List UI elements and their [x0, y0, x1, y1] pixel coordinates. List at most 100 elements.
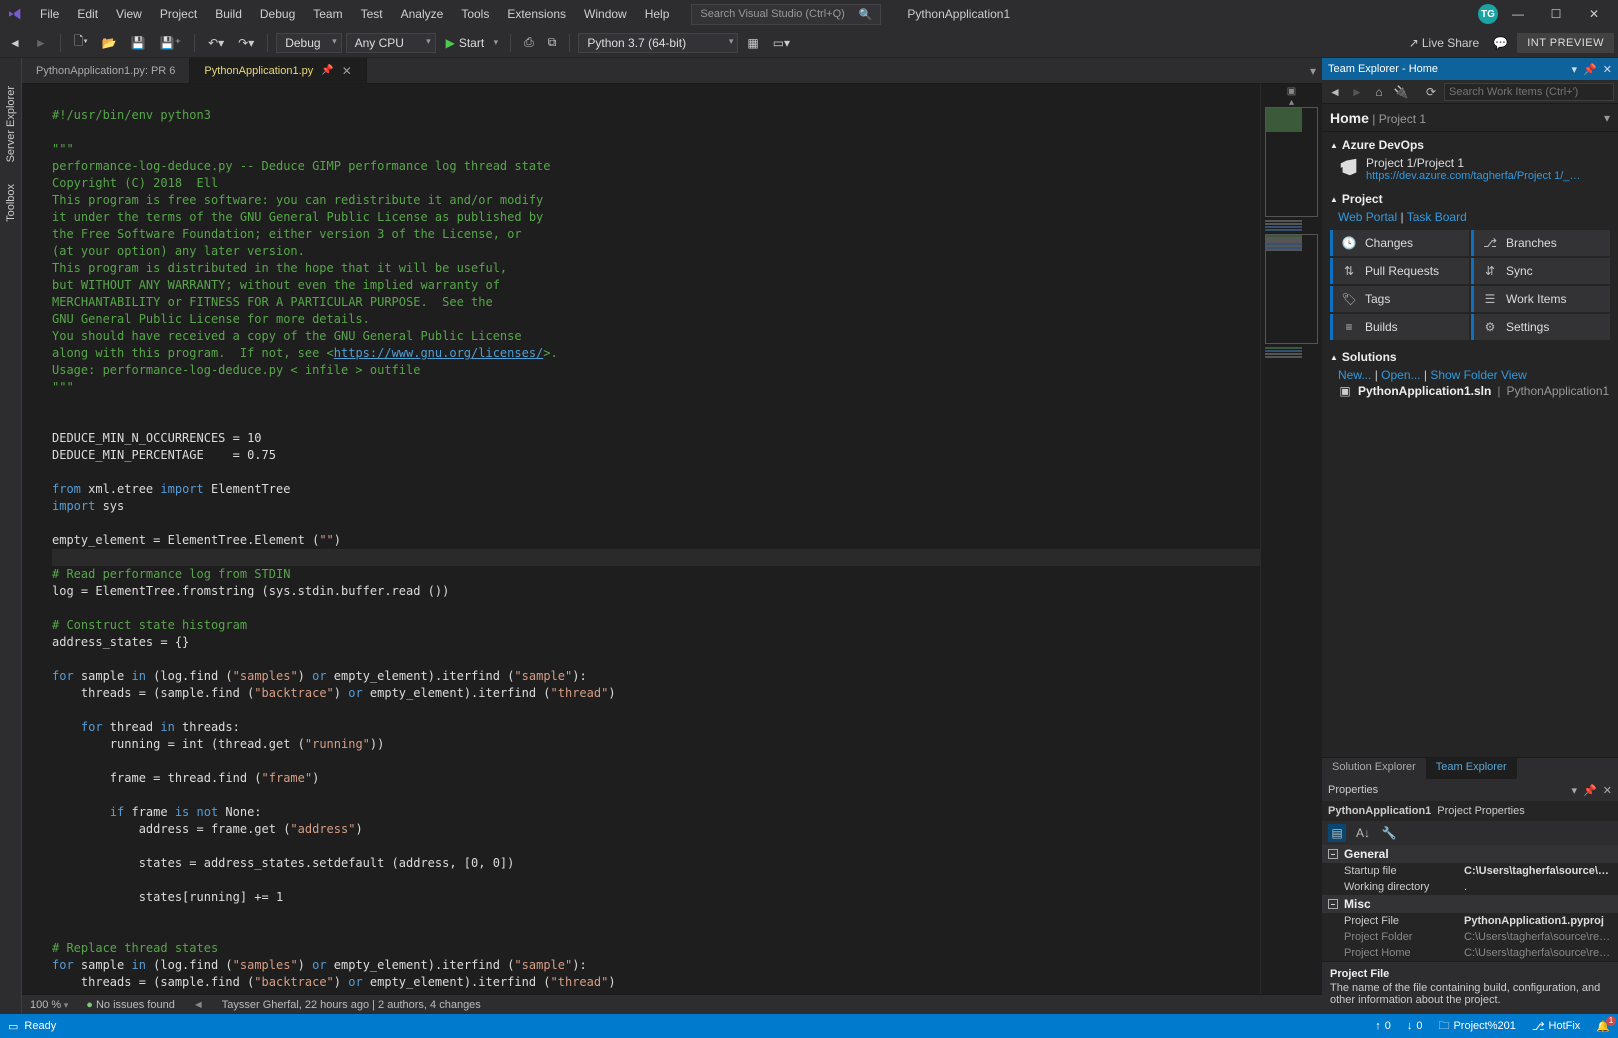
close-tab-icon[interactable]: ✕	[342, 64, 352, 78]
web-portal-link[interactable]: Web Portal	[1338, 210, 1397, 224]
code-content[interactable]: #!/usr/bin/env python3 """ performance-l…	[48, 84, 1260, 994]
menu-project[interactable]: Project	[152, 3, 205, 25]
step-pair-icon[interactable]: ⧉	[543, 32, 562, 53]
int-preview-badge[interactable]: INT PREVIEW	[1517, 33, 1614, 53]
pin-icon[interactable]: 📌	[1583, 63, 1597, 76]
wrench-icon[interactable]: 🔧	[1380, 824, 1398, 842]
ado-section-header[interactable]: ▲Azure DevOps	[1330, 138, 1610, 152]
expand-icon[interactable]: ▴	[1289, 97, 1294, 108]
undo-button[interactable]: ↶▾	[203, 33, 229, 53]
menu-window[interactable]: Window	[576, 3, 635, 25]
code-editor[interactable]: #!/usr/bin/env python3 """ performance-l…	[22, 84, 1322, 994]
te-back-icon[interactable]: ◄	[1326, 83, 1344, 101]
new-project-icon[interactable]: 🗋▾	[69, 29, 93, 56]
tile-changes[interactable]: 🕓Changes	[1330, 230, 1469, 256]
team-explorer-tab[interactable]: Team Explorer	[1426, 758, 1517, 779]
code-minimap[interactable]: ▣▴	[1260, 84, 1322, 994]
te-home-icon[interactable]: ⌂	[1370, 83, 1388, 101]
close-panel-icon[interactable]: ✕	[1603, 63, 1612, 76]
git-repo[interactable]: 🗀 Project%201	[1438, 1017, 1515, 1036]
minimize-button[interactable]: —	[1500, 2, 1536, 26]
prop-value[interactable]: C:\Users\tagherfa\source\repos	[1464, 865, 1612, 877]
server-explorer-tab[interactable]: Server Explorer	[5, 86, 17, 162]
menu-tools[interactable]: Tools	[453, 3, 497, 25]
tile-branches[interactable]: ⎇Branches	[1471, 230, 1610, 256]
open-file-icon[interactable]: 📂	[97, 33, 122, 53]
layout-icon[interactable]: ▭▾	[768, 33, 795, 53]
pin-icon[interactable]: 📌	[1583, 784, 1597, 797]
properties-object[interactable]: PythonApplication1 Project Properties	[1322, 801, 1618, 821]
pin-icon[interactable]: 📌	[321, 65, 333, 76]
project-section-header[interactable]: ▲Project	[1330, 192, 1610, 206]
tab-python-file[interactable]: PythonApplication1.py 📌 ✕	[190, 58, 366, 83]
save-all-icon[interactable]: 💾⁺	[155, 33, 186, 53]
team-explorer-crumb[interactable]: Home | Project 1 ▾	[1322, 104, 1618, 132]
solution-explorer-tab[interactable]: Solution Explorer	[1322, 758, 1426, 779]
split-icon[interactable]: ▣	[1287, 86, 1296, 97]
work-items-search[interactable]	[1444, 83, 1614, 101]
issues-indicator[interactable]: ● No issues found	[86, 999, 175, 1011]
menu-debug[interactable]: Debug	[252, 3, 303, 25]
nav-forward-button[interactable]: ►	[30, 33, 52, 53]
menu-view[interactable]: View	[108, 3, 150, 25]
feedback-icon[interactable]: 💬	[1488, 33, 1513, 53]
git-incoming[interactable]: ↓ 0	[1407, 1020, 1423, 1032]
tile-work-items[interactable]: ☰Work Items	[1471, 286, 1610, 312]
tile-tags[interactable]: 🏷Tags	[1330, 286, 1469, 312]
redo-button[interactable]: ↷▾	[233, 33, 259, 53]
task-board-link[interactable]: Task Board	[1407, 210, 1467, 224]
solution-folder-link[interactable]: Show Folder View	[1430, 368, 1527, 382]
close-panel-icon[interactable]: ✕	[1603, 784, 1612, 797]
alphabetical-icon[interactable]: A↓	[1354, 824, 1372, 842]
solution-name[interactable]: PythonApplication1.sln	[1358, 384, 1491, 398]
config-dropdown[interactable]: Debug	[276, 33, 341, 53]
te-connect-icon[interactable]: 🔌	[1392, 83, 1410, 101]
menu-extensions[interactable]: Extensions	[499, 3, 574, 25]
menu-test[interactable]: Test	[353, 3, 391, 25]
prop-category-misc[interactable]: –Misc	[1322, 895, 1618, 913]
solution-open-link[interactable]: Open...	[1381, 368, 1420, 382]
platform-dropdown[interactable]: Any CPU	[346, 33, 436, 53]
tile-sync[interactable]: ⇵Sync	[1471, 258, 1610, 284]
tile-pull-requests[interactable]: ⇅Pull Requests	[1330, 258, 1469, 284]
user-avatar[interactable]: TG	[1478, 4, 1498, 24]
solution-new-link[interactable]: New...	[1338, 368, 1371, 382]
tab-pr-diff[interactable]: PythonApplication1.py: PR 6	[22, 58, 190, 83]
menu-help[interactable]: Help	[637, 3, 678, 25]
menu-team[interactable]: Team	[305, 3, 350, 25]
dropdown-icon[interactable]: ▾	[1572, 63, 1578, 76]
maximize-button[interactable]: ☐	[1538, 2, 1574, 26]
tabs-overflow-icon[interactable]: ▾	[1310, 64, 1316, 78]
notifications-icon[interactable]: 🔔1	[1596, 1020, 1610, 1033]
start-debug-button[interactable]: ▶Start	[440, 34, 503, 52]
document-tab-strip: PythonApplication1.py: PR 6 PythonApplic…	[22, 58, 1322, 84]
tile-builds[interactable]: ≡Builds	[1330, 314, 1469, 340]
prop-category-general[interactable]: –General	[1322, 845, 1618, 863]
toolbox-tab[interactable]: Toolbox	[5, 184, 17, 222]
nav-back-button[interactable]: ◄	[4, 33, 26, 53]
solutions-section-header[interactable]: ▲Solutions	[1330, 350, 1610, 364]
ado-project-url[interactable]: https://dev.azure.com/tagherfa/Project 1…	[1366, 170, 1586, 182]
python-env-dropdown[interactable]: Python 3.7 (64-bit)	[578, 33, 738, 53]
output-icon[interactable]: ▭	[8, 1020, 18, 1033]
menu-file[interactable]: File	[32, 3, 67, 25]
grid-icon[interactable]: ▦	[742, 33, 763, 53]
close-button[interactable]: ✕	[1576, 2, 1612, 26]
global-search[interactable]: Search Visual Studio (Ctrl+Q) 🔍	[691, 4, 881, 25]
save-icon[interactable]: 💾	[126, 33, 151, 53]
menu-build[interactable]: Build	[207, 3, 250, 25]
liveshare-button[interactable]: ↗ Live Share	[1404, 33, 1484, 53]
te-forward-icon[interactable]: ►	[1348, 83, 1366, 101]
menu-edit[interactable]: Edit	[69, 3, 106, 25]
codelens-blame[interactable]: Taysser Gherfal, 22 hours ago | 2 author…	[222, 999, 481, 1011]
dropdown-icon[interactable]: ▾	[1572, 784, 1578, 797]
prop-value[interactable]: .	[1464, 881, 1612, 893]
step-icon[interactable]: ⎙	[519, 32, 539, 53]
menu-analyze[interactable]: Analyze	[393, 3, 452, 25]
te-refresh-icon[interactable]: ⟳	[1422, 83, 1440, 101]
categorized-icon[interactable]: ▤	[1328, 824, 1346, 842]
tile-settings[interactable]: ⚙Settings	[1471, 314, 1610, 340]
git-publish[interactable]: ↑ 0	[1375, 1020, 1391, 1032]
zoom-level[interactable]: 100 %	[30, 999, 68, 1011]
git-branch[interactable]: ⎇ HotFix	[1532, 1020, 1580, 1033]
